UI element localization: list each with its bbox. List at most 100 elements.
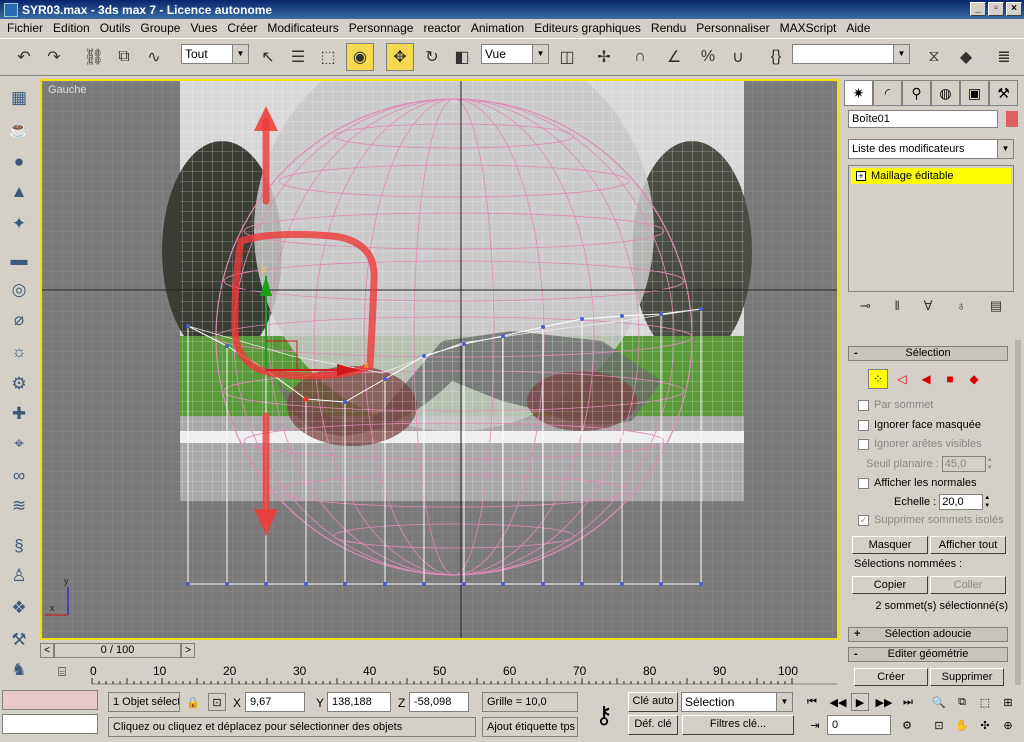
- menu-rendu[interactable]: Rendu: [646, 21, 691, 35]
- cone-icon[interactable]: ▲: [5, 178, 33, 206]
- display-tab-icon[interactable]: ▣: [960, 80, 989, 106]
- maximize-viewport-icon[interactable]: ⊕: [999, 716, 1017, 734]
- key-mode-dropdown[interactable]: Sélection ▼: [681, 692, 793, 712]
- scale-value[interactable]: 20,0: [939, 494, 984, 510]
- menu-reactor[interactable]: reactor: [418, 21, 465, 35]
- angle-snap-icon[interactable]: ∠: [660, 43, 688, 71]
- star-icon[interactable]: ✦: [5, 210, 33, 238]
- vertex-icon[interactable]: ⁘: [868, 369, 888, 389]
- menu-fichier[interactable]: Fichier: [2, 21, 48, 35]
- command-panel-scrollbar[interactable]: [1015, 340, 1021, 685]
- open-mini-curve-editor-icon[interactable]: ⌸: [52, 664, 72, 684]
- by-vertex-checkbox[interactable]: Par sommet: [858, 399, 933, 411]
- select-by-name-icon[interactable]: ☰: [284, 43, 312, 71]
- region-zoom-icon[interactable]: ⊡: [930, 716, 948, 734]
- maxscript-listener-top[interactable]: [2, 690, 98, 710]
- utilities-tab-icon[interactable]: ⚒: [989, 80, 1018, 106]
- wave-icon[interactable]: ≋: [5, 492, 33, 520]
- space-warp-icon[interactable]: ∞: [5, 462, 33, 490]
- menu-creer[interactable]: Créer: [222, 21, 262, 35]
- z-coordinate-field[interactable]: -58,098: [409, 692, 469, 712]
- named-selection-dropdown[interactable]: ▼: [792, 44, 910, 64]
- close-button[interactable]: ×: [1006, 2, 1022, 16]
- manipulate-icon[interactable]: ✢: [590, 43, 618, 71]
- set-key-icon[interactable]: ⚷: [584, 696, 624, 736]
- menu-maxscript[interactable]: MAXScript: [775, 21, 842, 35]
- set-key-button[interactable]: Déf. clé: [628, 715, 678, 735]
- selection-filter-dropdown[interactable]: Tout ▼: [181, 44, 249, 64]
- menu-editeurs-graphiques[interactable]: Editeurs graphiques: [529, 21, 646, 35]
- create-button[interactable]: Créer: [854, 668, 928, 686]
- menu-outils[interactable]: Outils: [95, 21, 136, 35]
- current-frame-field[interactable]: 0: [827, 715, 891, 735]
- auto-key-button[interactable]: Clé auto: [628, 692, 678, 712]
- menu-modificateurs[interactable]: Modificateurs: [262, 21, 343, 35]
- viewport-label[interactable]: Gauche: [48, 84, 87, 96]
- play-icon[interactable]: ▶: [851, 693, 869, 711]
- light-icon[interactable]: ☼: [5, 338, 33, 366]
- absolute-mode-icon[interactable]: ⊡: [208, 693, 226, 711]
- add-time-tag[interactable]: Ajout étiquette tps: [482, 717, 578, 737]
- align-icon[interactable]: ◆: [952, 43, 980, 71]
- menu-aide[interactable]: Aide: [841, 21, 875, 35]
- menu-personnaliser[interactable]: Personnaliser: [691, 21, 774, 35]
- object-color-swatch[interactable]: [1006, 111, 1018, 127]
- spring-icon[interactable]: §: [5, 532, 33, 560]
- reference-coordinate-dropdown[interactable]: Vue ▼: [481, 44, 549, 64]
- hierarchy-tab-icon[interactable]: ⚲: [902, 80, 931, 106]
- scale-spinner[interactable]: Echelle : 20,0 ▲ ▼: [894, 494, 992, 510]
- stack-item-editable-mesh[interactable]: + Maillage éditable: [851, 168, 1011, 184]
- arc-rotate-icon[interactable]: ✣: [976, 716, 994, 734]
- zoom-extents-all-icon[interactable]: ⊞: [999, 693, 1017, 711]
- maximize-button[interactable]: ▫: [988, 2, 1004, 16]
- biped-icon[interactable]: ♙: [5, 562, 33, 590]
- planar-threshold-value[interactable]: 45,0: [941, 456, 986, 472]
- delete-isolated-checkbox[interactable]: ✓ Supprimer sommets isolés: [858, 514, 1004, 526]
- remove-modifier-icon[interactable]: ♁: [956, 298, 966, 318]
- time-slider-next-icon[interactable]: >: [181, 643, 195, 658]
- next-frame-icon[interactable]: ▶▶: [875, 693, 893, 711]
- show-normals-checkbox[interactable]: Afficher les normales: [858, 477, 977, 489]
- rotate-icon[interactable]: ↻: [418, 43, 446, 71]
- menu-vues[interactable]: Vues: [185, 21, 222, 35]
- object-name-field[interactable]: Boîte01: [848, 110, 998, 128]
- undo-icon[interactable]: ↶: [10, 43, 38, 71]
- unhide-all-button[interactable]: Afficher tout: [930, 536, 1006, 554]
- teapot-icon[interactable]: ☕: [5, 116, 33, 144]
- time-slider-prev-icon[interactable]: <: [40, 643, 54, 658]
- helper-icon[interactable]: ✚: [5, 400, 33, 428]
- soft-selection-rollout-header[interactable]: + Sélection adoucie: [848, 627, 1008, 642]
- link-icon[interactable]: ⛓: [80, 43, 108, 71]
- menu-personnage[interactable]: Personnage: [344, 21, 419, 35]
- time-configuration-icon[interactable]: ⚙: [898, 716, 916, 734]
- spinner-snap-icon[interactable]: ∪: [724, 43, 752, 71]
- snap-toggle-icon[interactable]: ∩: [626, 43, 654, 71]
- layer-manager-icon[interactable]: ≣: [990, 43, 1018, 71]
- minimize-button[interactable]: _: [970, 2, 986, 16]
- previous-frame-icon[interactable]: ◀◀: [829, 693, 847, 711]
- redo-icon[interactable]: ↷: [40, 43, 68, 71]
- planar-threshold-spinner[interactable]: Seuil planaire : 45,0 ▲ ▼: [866, 456, 995, 472]
- modify-tab-icon[interactable]: ◜: [873, 80, 902, 106]
- y-coordinate-field[interactable]: 138,188: [327, 692, 391, 712]
- x-coordinate-field[interactable]: 9,67: [245, 692, 305, 712]
- zoom-all-icon[interactable]: ⧉: [953, 693, 971, 711]
- element-icon[interactable]: ◆: [964, 369, 984, 389]
- rectangular-selection-icon[interactable]: ⬚: [314, 43, 342, 71]
- pan-icon[interactable]: ✋: [953, 716, 971, 734]
- key-mode-toggle-icon[interactable]: ⇥: [806, 716, 824, 734]
- key-filters-button[interactable]: Filtres clé...: [682, 715, 794, 735]
- paste-button[interactable]: Coller: [930, 576, 1006, 594]
- sphere-icon[interactable]: ●: [5, 148, 33, 176]
- spinner-arrows-icon[interactable]: ▲ ▼: [984, 494, 992, 510]
- left-viewport[interactable]: y x y x Gauche: [40, 79, 839, 640]
- make-unique-icon[interactable]: ∀: [924, 298, 933, 318]
- menu-animation[interactable]: Animation: [466, 21, 529, 35]
- zoom-extents-icon[interactable]: ⬚: [976, 693, 994, 711]
- plane-icon[interactable]: ▬: [5, 246, 33, 274]
- pivot-point-icon[interactable]: ◫: [553, 43, 581, 71]
- unlink-icon[interactable]: ⧉: [110, 43, 138, 71]
- select-object-icon[interactable]: ↖: [254, 43, 282, 71]
- scale-icon[interactable]: ◧: [448, 43, 476, 71]
- mirror-icon[interactable]: ⧖: [920, 43, 948, 71]
